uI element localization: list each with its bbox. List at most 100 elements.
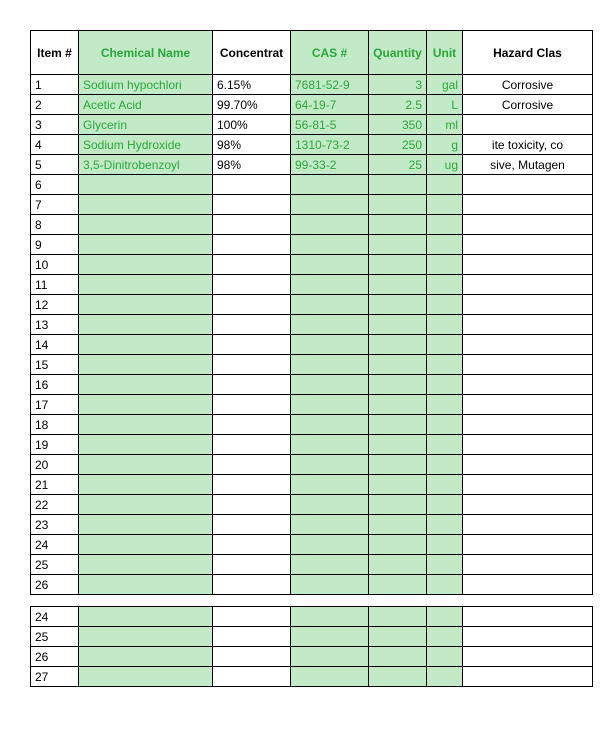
cell-concentration[interactable] [213, 375, 291, 395]
cell-concentration[interactable] [213, 175, 291, 195]
cell-hazard[interactable] [463, 375, 593, 395]
cell-chemical-name[interactable] [79, 195, 213, 215]
cell-chemical-name[interactable] [79, 175, 213, 195]
cell-concentration[interactable] [213, 395, 291, 415]
cell-concentration[interactable]: 98% [213, 155, 291, 175]
cell-chemical-name[interactable] [79, 607, 213, 627]
cell-hazard[interactable] [463, 575, 593, 595]
cell-item[interactable]: 12 [31, 295, 79, 315]
cell-unit[interactable]: ug [427, 155, 463, 175]
cell-cas[interactable] [291, 375, 369, 395]
cell-chemical-name[interactable] [79, 395, 213, 415]
cell-unit[interactable] [427, 667, 463, 687]
cell-cas[interactable] [291, 495, 369, 515]
cell-concentration[interactable] [213, 627, 291, 647]
cell-unit[interactable] [427, 455, 463, 475]
cell-cas[interactable] [291, 535, 369, 555]
cell-concentration[interactable] [213, 435, 291, 455]
cell-concentration[interactable] [213, 235, 291, 255]
cell-hazard[interactable]: Corrosive [463, 95, 593, 115]
cell-quantity[interactable] [369, 647, 427, 667]
cell-item[interactable]: 3 [31, 115, 79, 135]
cell-cas[interactable] [291, 667, 369, 687]
cell-quantity[interactable]: 2.5 [369, 95, 427, 115]
cell-concentration[interactable] [213, 455, 291, 475]
cell-quantity[interactable] [369, 555, 427, 575]
cell-cas[interactable] [291, 175, 369, 195]
cell-cas[interactable] [291, 195, 369, 215]
cell-unit[interactable] [427, 415, 463, 435]
cell-chemical-name[interactable]: Sodium Hydroxide [79, 135, 213, 155]
cell-hazard[interactable] [463, 115, 593, 135]
cell-item[interactable]: 26 [31, 575, 79, 595]
cell-cas[interactable] [291, 555, 369, 575]
cell-item[interactable]: 24 [31, 535, 79, 555]
cell-hazard[interactable] [463, 647, 593, 667]
cell-hazard[interactable] [463, 355, 593, 375]
cell-item[interactable]: 27 [31, 667, 79, 687]
cell-quantity[interactable] [369, 255, 427, 275]
cell-item[interactable]: 6 [31, 175, 79, 195]
cell-hazard[interactable] [463, 175, 593, 195]
cell-concentration[interactable] [213, 275, 291, 295]
cell-unit[interactable] [427, 195, 463, 215]
cell-unit[interactable] [427, 627, 463, 647]
cell-unit[interactable] [427, 607, 463, 627]
cell-unit[interactable] [427, 255, 463, 275]
cell-hazard[interactable] [463, 455, 593, 475]
cell-unit[interactable] [427, 555, 463, 575]
header-quantity[interactable]: Quantity [369, 31, 427, 75]
cell-item[interactable]: 1 [31, 75, 79, 95]
cell-chemical-name[interactable]: 3,5-Dinitrobenzoyl [79, 155, 213, 175]
cell-concentration[interactable] [213, 355, 291, 375]
cell-quantity[interactable] [369, 335, 427, 355]
cell-cas[interactable]: 64-19-7 [291, 95, 369, 115]
cell-cas[interactable] [291, 415, 369, 435]
cell-chemical-name[interactable] [79, 275, 213, 295]
cell-hazard[interactable] [463, 255, 593, 275]
cell-item[interactable]: 19 [31, 435, 79, 455]
cell-chemical-name[interactable] [79, 515, 213, 535]
cell-concentration[interactable] [213, 415, 291, 435]
cell-concentration[interactable]: 98% [213, 135, 291, 155]
cell-chemical-name[interactable] [79, 435, 213, 455]
cell-chemical-name[interactable] [79, 535, 213, 555]
cell-unit[interactable] [427, 515, 463, 535]
cell-hazard[interactable]: ite toxicity, co [463, 135, 593, 155]
cell-item[interactable]: 14 [31, 335, 79, 355]
cell-chemical-name[interactable] [79, 667, 213, 687]
cell-cas[interactable] [291, 475, 369, 495]
cell-unit[interactable]: ml [427, 115, 463, 135]
cell-quantity[interactable]: 3 [369, 75, 427, 95]
header-unit[interactable]: Unit [427, 31, 463, 75]
cell-cas[interactable] [291, 515, 369, 535]
cell-quantity[interactable] [369, 415, 427, 435]
cell-concentration[interactable] [213, 647, 291, 667]
cell-cas[interactable] [291, 215, 369, 235]
cell-unit[interactable] [427, 355, 463, 375]
cell-concentration[interactable] [213, 667, 291, 687]
cell-quantity[interactable] [369, 495, 427, 515]
cell-chemical-name[interactable]: Glycerin [79, 115, 213, 135]
cell-chemical-name[interactable] [79, 627, 213, 647]
cell-hazard[interactable] [463, 555, 593, 575]
cell-chemical-name[interactable] [79, 475, 213, 495]
cell-hazard[interactable] [463, 607, 593, 627]
cell-quantity[interactable] [369, 535, 427, 555]
cell-cas[interactable] [291, 335, 369, 355]
cell-concentration[interactable] [213, 255, 291, 275]
cell-unit[interactable] [427, 435, 463, 455]
cell-quantity[interactable] [369, 395, 427, 415]
cell-cas[interactable]: 56-81-5 [291, 115, 369, 135]
cell-hazard[interactable] [463, 195, 593, 215]
cell-chemical-name[interactable] [79, 415, 213, 435]
cell-unit[interactable] [427, 335, 463, 355]
cell-quantity[interactable] [369, 295, 427, 315]
header-concentration[interactable]: Concentrat [213, 31, 291, 75]
cell-cas[interactable] [291, 355, 369, 375]
cell-concentration[interactable] [213, 475, 291, 495]
cell-quantity[interactable] [369, 215, 427, 235]
cell-cas[interactable] [291, 607, 369, 627]
cell-quantity[interactable] [369, 667, 427, 687]
cell-cas[interactable]: 1310-73-2 [291, 135, 369, 155]
